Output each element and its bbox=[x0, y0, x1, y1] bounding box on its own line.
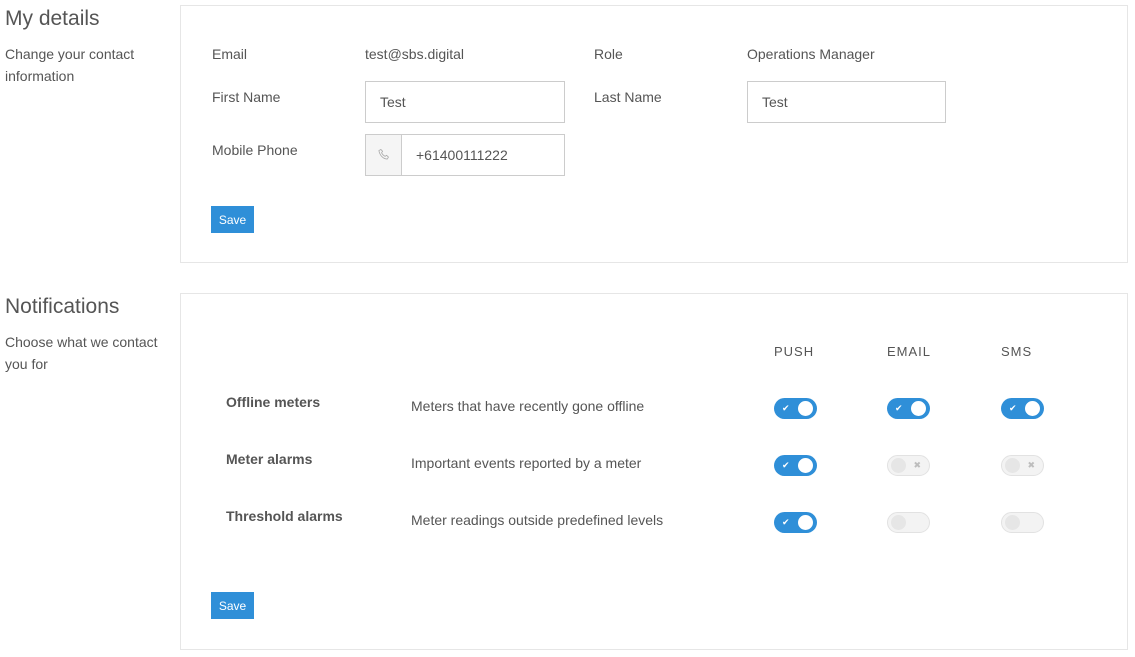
toggle-threshold-alarms-push[interactable]: ✔ bbox=[774, 512, 817, 533]
toggle-meter-alarms-email[interactable]: ✖ bbox=[887, 455, 930, 476]
notifications-description: Choose what we contact you for bbox=[5, 334, 158, 372]
column-header-email: EMAIL bbox=[887, 344, 932, 359]
phone-icon bbox=[366, 135, 402, 175]
notifications-panel: PUSH EMAIL SMS Offline meters Meters tha… bbox=[180, 293, 1128, 650]
notifications-title: Notifications bbox=[5, 295, 120, 318]
toggle-offline-meters-sms[interactable]: ✔ bbox=[1001, 398, 1044, 419]
last-name-label: Last Name bbox=[594, 89, 662, 105]
mobile-phone-label: Mobile Phone bbox=[212, 142, 298, 158]
my-details-panel: Email test@sbs.digital Role Operations M… bbox=[180, 5, 1128, 263]
check-icon: ✔ bbox=[895, 403, 903, 413]
x-icon: ✖ bbox=[1027, 460, 1035, 470]
notification-name-meter-alarms: Meter alarms bbox=[226, 451, 313, 467]
toggle-threshold-alarms-sms[interactable] bbox=[1001, 512, 1044, 533]
my-details-description: Change your contact information bbox=[5, 46, 135, 84]
my-details-title: My details bbox=[5, 7, 100, 30]
toggle-threshold-alarms-email[interactable] bbox=[887, 512, 930, 533]
mobile-phone-field[interactable] bbox=[402, 135, 564, 175]
column-header-sms: SMS bbox=[1001, 344, 1033, 359]
check-icon: ✔ bbox=[782, 517, 790, 527]
check-icon: ✔ bbox=[782, 460, 790, 470]
toggle-offline-meters-email[interactable]: ✔ bbox=[887, 398, 930, 419]
email-value: test@sbs.digital bbox=[365, 46, 465, 62]
mobile-phone-group bbox=[365, 134, 565, 176]
my-details-save-button[interactable]: Save bbox=[211, 206, 254, 233]
role-label: Role bbox=[594, 46, 623, 62]
role-value: Operations Manager bbox=[747, 46, 875, 62]
notification-description-offline-meters: Meters that have recently gone offline bbox=[411, 398, 645, 414]
toggle-offline-meters-push[interactable]: ✔ bbox=[774, 398, 817, 419]
page: My details Change your contact informati… bbox=[0, 0, 1135, 657]
notification-description-meter-alarms: Important events reported by a meter bbox=[411, 455, 642, 471]
email-label: Email bbox=[212, 46, 248, 62]
notifications-save-button[interactable]: Save bbox=[211, 592, 254, 619]
toggle-meter-alarms-sms[interactable]: ✖ bbox=[1001, 455, 1044, 476]
notification-name-offline-meters: Offline meters bbox=[226, 394, 321, 410]
check-icon: ✔ bbox=[1009, 403, 1017, 413]
last-name-field[interactable] bbox=[747, 81, 946, 123]
check-icon: ✔ bbox=[782, 403, 790, 413]
x-icon: ✖ bbox=[913, 460, 921, 470]
notification-description-threshold-alarms: Meter readings outside predefined levels bbox=[411, 512, 664, 528]
column-header-push: PUSH bbox=[774, 344, 815, 359]
first-name-label: First Name bbox=[212, 89, 281, 105]
notification-name-threshold-alarms: Threshold alarms bbox=[226, 508, 343, 524]
first-name-field[interactable] bbox=[365, 81, 565, 123]
toggle-meter-alarms-push[interactable]: ✔ bbox=[774, 455, 817, 476]
